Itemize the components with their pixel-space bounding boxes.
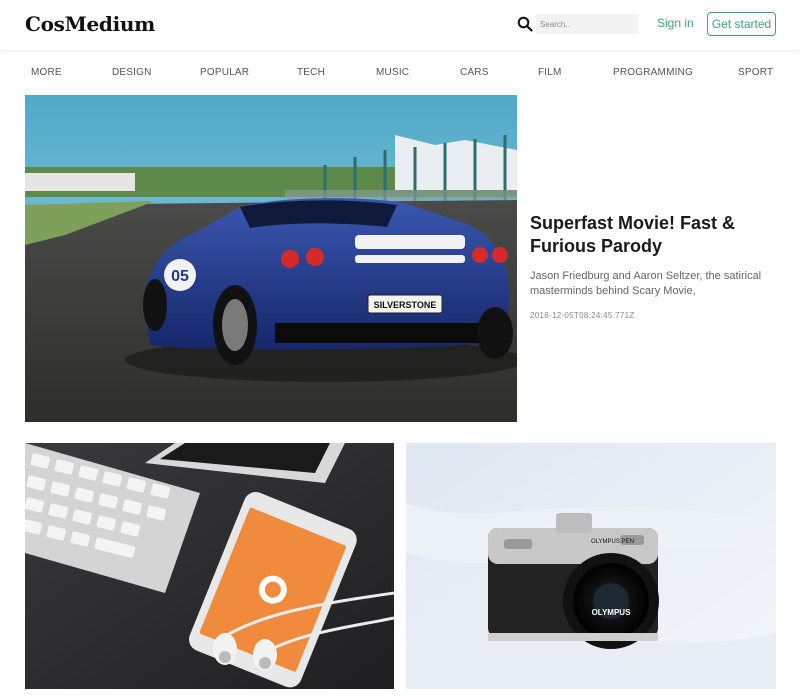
sign-in-link[interactable]: Sign in — [657, 16, 694, 30]
nav-item-sport[interactable]: SPORT — [738, 67, 773, 78]
car-number: 05 — [171, 268, 189, 285]
site-header: CosMedium Sign in Get started — [0, 0, 800, 50]
article-card-image-camera[interactable]: OLYMPUS PEN OLYMPUS — [406, 443, 776, 689]
featured-date: 2018-12-05T08:24:45.771Z — [530, 311, 635, 320]
camera-brand-text: OLYMPUS — [592, 608, 631, 617]
search-icon[interactable] — [517, 16, 533, 32]
nav-item-music[interactable]: MUSIC — [376, 67, 409, 78]
category-nav: MORE DESIGN POPULAR TECH MUSIC CARS FILM… — [0, 50, 800, 95]
camera-model-text: OLYMPUS PEN — [591, 539, 634, 545]
license-plate: SILVERSTONE — [374, 300, 437, 310]
site-logo[interactable]: CosMedium — [25, 12, 155, 36]
search-input[interactable] — [536, 14, 638, 34]
featured-description: Jason Friedburg and Aaron Seltzer, the s… — [530, 270, 762, 297]
featured-title[interactable]: Superfast Movie! Fast & Furious Parody — [530, 212, 780, 258]
nav-item-film[interactable]: FILM — [538, 67, 562, 78]
featured-image[interactable]: 05 SILVERSTONE — [25, 95, 517, 422]
nav-item-programming[interactable]: PROGRAMMING — [613, 67, 693, 78]
nav-item-design[interactable]: DESIGN — [112, 67, 152, 78]
get-started-button[interactable]: Get started — [707, 12, 776, 36]
nav-item-tech[interactable]: TECH — [297, 67, 325, 78]
nav-item-popular[interactable]: POPULAR — [200, 67, 249, 78]
nav-item-cars[interactable]: CARS — [460, 67, 489, 78]
nav-item-more[interactable]: MORE — [31, 67, 62, 78]
article-card-image-phone[interactable] — [25, 443, 394, 689]
